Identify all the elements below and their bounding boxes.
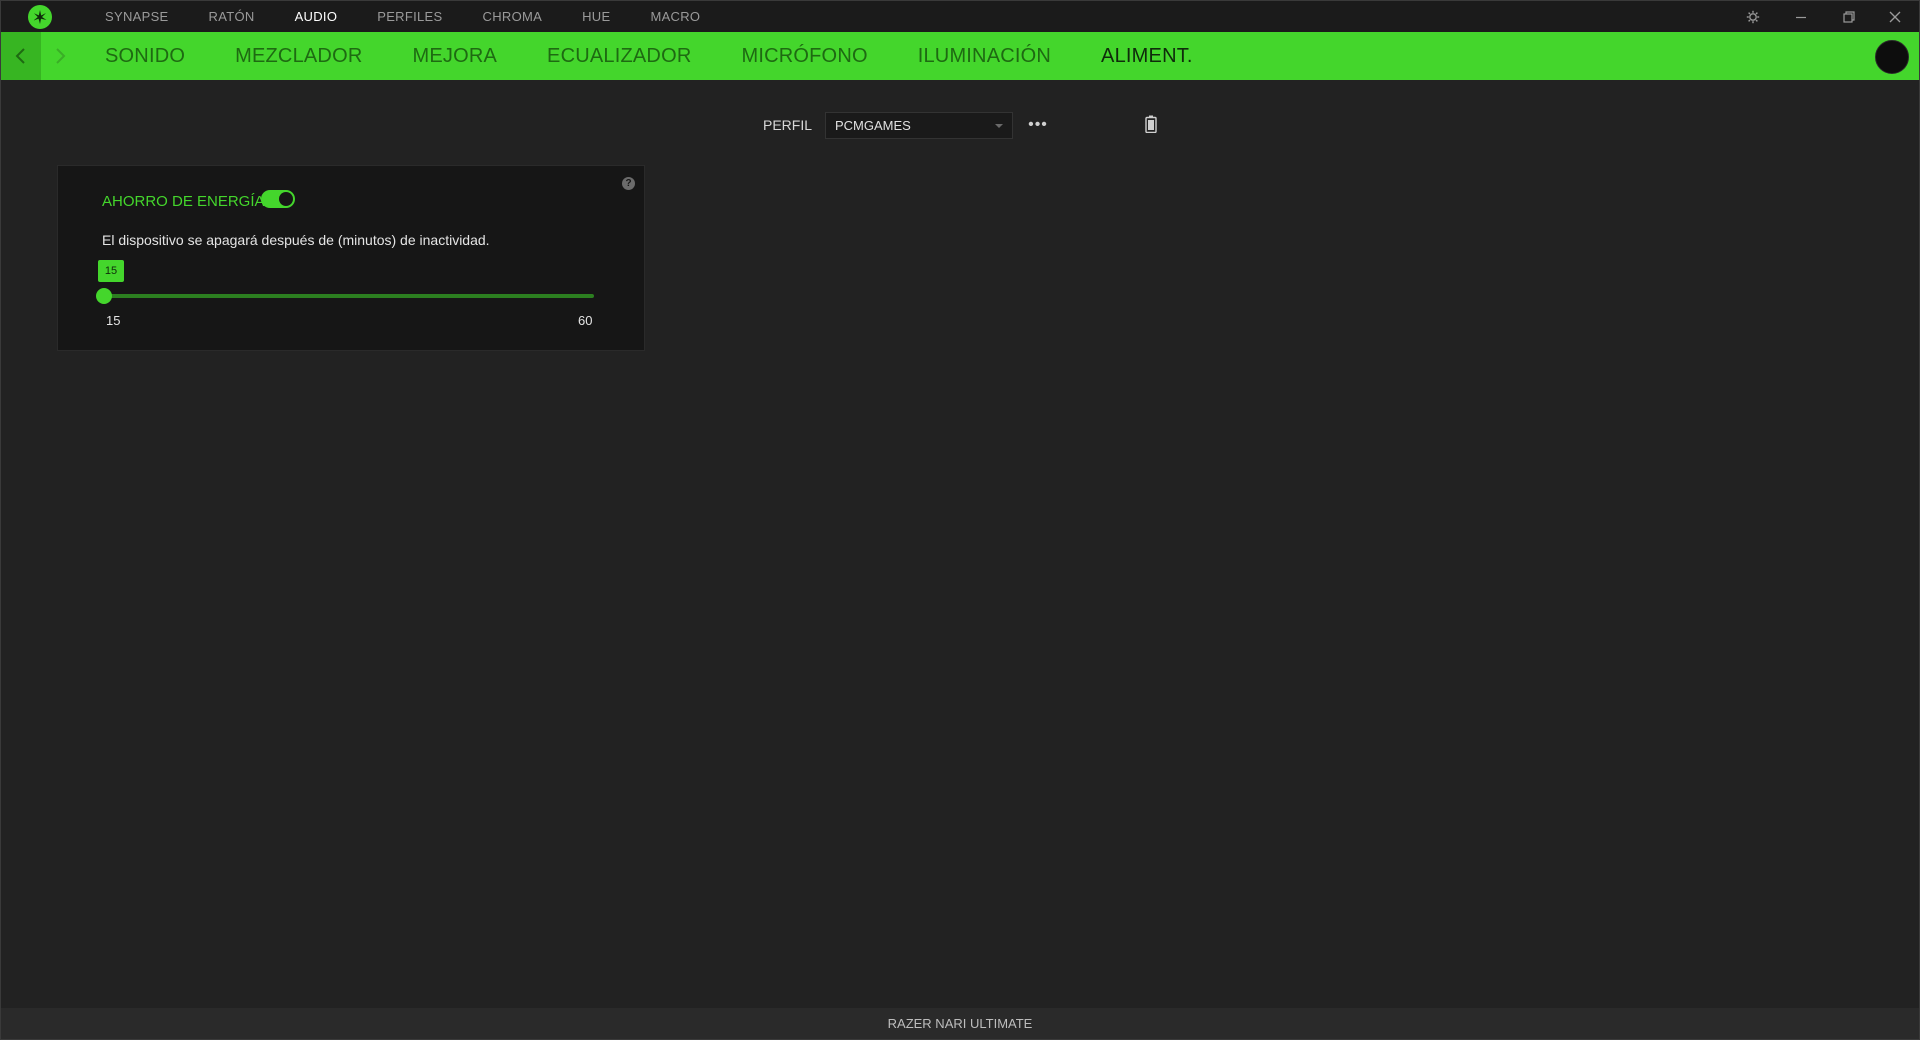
chevron-down-icon — [995, 124, 1003, 128]
topnav-item-perfiles[interactable]: PERFILES — [377, 9, 442, 24]
tab-mezclador[interactable]: MEZCLADOR — [235, 45, 362, 68]
sub-tabs: SONIDO MEZCLADOR MEJORA ECUALIZADOR MICR… — [105, 32, 1243, 80]
topnav-item-chroma[interactable]: CHROMA — [483, 9, 543, 24]
forward-arrow-icon[interactable] — [41, 32, 79, 80]
more-options-icon: ••• — [1028, 116, 1048, 133]
slider-max-label: 60 — [578, 313, 593, 328]
restore-icon[interactable] — [1825, 1, 1873, 32]
synapse-window: SYNAPSE RATÓN AUDIO PERFILES CHROMA HUE … — [0, 0, 1920, 1040]
minimize-icon[interactable] — [1777, 1, 1825, 32]
topnav-item-macro[interactable]: MACRO — [650, 9, 700, 24]
tab-sonido[interactable]: SONIDO — [105, 45, 185, 68]
inactivity-slider-track[interactable] — [104, 294, 594, 298]
power-saving-description: El dispositivo se apagará después de (mi… — [102, 232, 490, 248]
razer-logo-icon[interactable] — [28, 5, 52, 29]
close-icon[interactable] — [1871, 1, 1919, 32]
topnav-item-synapse[interactable]: SYNAPSE — [105, 9, 169, 24]
top-navigation: SYNAPSE RATÓN AUDIO PERFILES CHROMA HUE … — [105, 1, 740, 32]
tab-iluminacion[interactable]: ILUMINACIÓN — [918, 45, 1051, 68]
slider-value-tooltip: 15 — [98, 260, 124, 282]
tab-microfono[interactable]: MICRÓFONO — [741, 45, 867, 68]
settings-gear-icon[interactable] — [1729, 1, 1777, 32]
power-saving-title: AHORRO DE ENERGÍA — [102, 193, 265, 210]
topnav-item-raton[interactable]: RATÓN — [209, 9, 255, 24]
profile-label: PERFIL — [763, 117, 813, 133]
tab-mejora[interactable]: MEJORA — [412, 45, 497, 68]
back-arrow-icon[interactable] — [1, 32, 41, 80]
title-bar: SYNAPSE RATÓN AUDIO PERFILES CHROMA HUE … — [1, 1, 1919, 32]
power-saving-toggle[interactable] — [261, 190, 295, 208]
slider-min-label: 15 — [106, 313, 121, 328]
device-footer: RAZER NARI ULTIMATE — [1, 1008, 1919, 1039]
profile-selected-value: PCMGAMES — [835, 118, 911, 133]
more-options-button[interactable]: ••• — [1027, 113, 1049, 137]
device-avatar[interactable] — [1875, 40, 1909, 74]
power-saving-card: ? AHORRO DE ENERGÍA El dispositivo se ap… — [57, 165, 645, 351]
topnav-item-hue[interactable]: HUE — [582, 9, 610, 24]
device-name: RAZER NARI ULTIMATE — [887, 1016, 1033, 1031]
help-icon[interactable]: ? — [622, 177, 635, 190]
profile-dropdown[interactable]: PCMGAMES — [825, 112, 1013, 139]
inactivity-slider-thumb[interactable] — [96, 288, 112, 304]
topnav-item-audio[interactable]: AUDIO — [295, 9, 338, 24]
sub-navigation: SONIDO MEZCLADOR MEJORA ECUALIZADOR MICR… — [1, 32, 1919, 80]
toggle-knob — [279, 192, 293, 206]
battery-icon — [1145, 115, 1157, 134]
tab-ecualizador[interactable]: ECUALIZADOR — [547, 45, 691, 68]
tab-aliment[interactable]: ALIMENT. — [1101, 45, 1193, 68]
